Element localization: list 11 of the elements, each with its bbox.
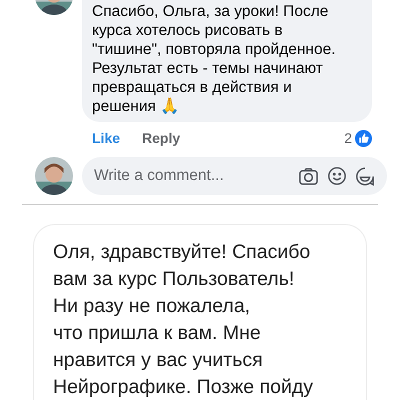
message-text: Оля, здравствуйте! Спасибо вам за курс Пользователь! Ни разу не пожалела, что пришла к вам. Мне нравится у вас учиться Нейрографике. Позже пойду <box>53 240 314 400</box>
like-link[interactable]: Like <box>92 128 120 148</box>
camera-icon[interactable] <box>298 166 319 186</box>
comment-text: Спасибо, Ольга, за уроки! После курса хотелось рисовать в "тишине", повторяла пройденное. Результат есть - темы начинают превращаться в действия и решения 🙏 <box>92 2 337 116</box>
reaction-count: 2 <box>344 128 352 148</box>
sticker-icon[interactable] <box>355 166 375 186</box>
comment-composer[interactable]: Write a comment... <box>82 157 387 195</box>
thumbs-up-icon <box>355 130 372 146</box>
reply-link[interactable]: Reply <box>142 128 180 148</box>
smiley-icon[interactable] <box>327 166 347 186</box>
comment-input[interactable]: Write a comment... <box>94 164 294 188</box>
